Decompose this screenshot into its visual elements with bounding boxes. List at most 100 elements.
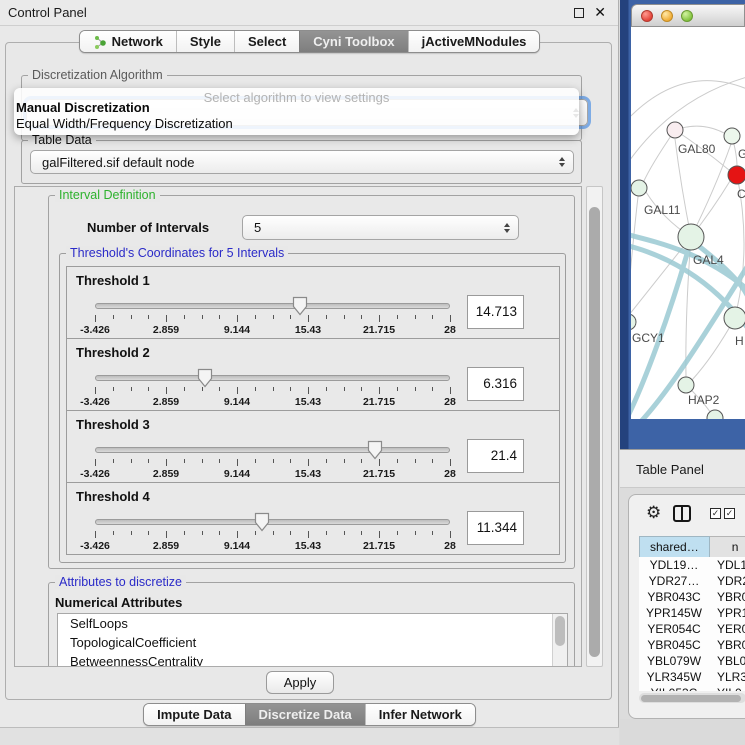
cell-name[interactable]: YBR0 xyxy=(709,589,745,605)
tab-style[interactable]: Style xyxy=(176,31,234,52)
node-label-gal4: GAL4 xyxy=(693,253,724,267)
algorithm-option-equal-width-frequency-discretization[interactable]: Equal Width/Frequency Discretization xyxy=(16,116,233,131)
slider-track[interactable] xyxy=(95,303,450,309)
tab-impute-data[interactable]: Impute Data xyxy=(144,704,244,725)
cell-shared-name[interactable]: YER054C xyxy=(639,621,709,637)
settings-scrollbar[interactable] xyxy=(586,186,603,667)
table-row[interactable]: YPR145WYPR1 xyxy=(639,605,745,621)
node-selected-red[interactable] xyxy=(728,166,745,184)
tab-select[interactable]: Select xyxy=(234,31,299,52)
tick-mark xyxy=(308,387,309,394)
node-gal80[interactable] xyxy=(667,122,683,138)
column-header-shared-name[interactable]: shared… xyxy=(640,537,710,558)
threshold-slider[interactable]: -3.4262.8599.14415.4321.71528 xyxy=(95,519,450,553)
scrollbar-thumb[interactable] xyxy=(555,616,565,646)
tab-discretize-data[interactable]: Discretize Data xyxy=(245,704,365,725)
cell-name[interactable]: YIL0 xyxy=(709,685,745,691)
cell-shared-name[interactable]: YDR27… xyxy=(639,573,709,589)
cell-shared-name[interactable]: YPR145W xyxy=(639,605,709,621)
node-gcy1[interactable] xyxy=(631,314,636,330)
table-hscrollbar[interactable] xyxy=(639,693,745,703)
tick-label: 15.43 xyxy=(295,468,321,480)
node-top-right[interactable] xyxy=(724,128,740,144)
tick-mark xyxy=(219,531,220,535)
cell-shared-name[interactable]: YDL19… xyxy=(639,557,709,573)
select-all-icon[interactable]: ✓ xyxy=(724,508,735,519)
cell-name[interactable]: YPR1 xyxy=(709,605,745,621)
tick-mark xyxy=(450,387,451,394)
table-row[interactable]: YBR043CYBR0 xyxy=(639,589,745,605)
cell-shared-name[interactable]: YBL079W xyxy=(639,653,709,669)
node-gal4[interactable] xyxy=(678,224,704,250)
node-hap2[interactable] xyxy=(678,377,694,393)
cell-name[interactable]: YBR0 xyxy=(709,637,745,653)
threshold-slider[interactable]: -3.4262.8599.14415.4321.71528 xyxy=(95,303,450,337)
tick-mark xyxy=(415,531,416,535)
table-row[interactable]: YDL19…YDL1 xyxy=(639,557,745,573)
cell-name[interactable]: YBL0 xyxy=(709,653,745,669)
table-row[interactable]: YBL079WYBL0 xyxy=(639,653,745,669)
cell-shared-name[interactable]: YBR045C xyxy=(639,637,709,653)
network-view-canvas[interactable]: GAL80GGAL11CGAL4GCY1HHAP2 xyxy=(631,27,745,419)
table-row[interactable]: YIL053CYIL0 xyxy=(639,685,745,691)
cell-shared-name[interactable]: YLR345W xyxy=(639,669,709,685)
select-columns-icon[interactable]: ✓ xyxy=(710,508,721,519)
split-columns-icon[interactable] xyxy=(673,505,691,522)
node-gal11[interactable] xyxy=(631,180,647,196)
tick-mark xyxy=(255,387,256,391)
threshold-value-input[interactable]: 21.4 xyxy=(467,439,524,473)
tab-network[interactable]: Network xyxy=(80,31,176,52)
number-of-intervals-combo[interactable]: 5 xyxy=(242,215,519,240)
apply-button[interactable]: Apply xyxy=(266,671,334,694)
control-panel-window: Control Panel ✕ NetworkStyleSelectCyni T… xyxy=(0,0,619,745)
attribute-item-topologicalcoefficient[interactable]: TopologicalCoefficient xyxy=(58,633,567,652)
settings-gear-icon[interactable]: ⚙ xyxy=(646,503,661,523)
table-row[interactable]: YDR27…YDR2 xyxy=(639,573,745,589)
attribute-item-selfloops[interactable]: SelfLoops xyxy=(58,614,567,633)
threshold-slider[interactable]: -3.4262.8599.14415.4321.71528 xyxy=(95,447,450,481)
numerical-attributes-list[interactable]: SelfLoopsTopologicalCoefficientBetweenne… xyxy=(57,613,568,667)
algorithm-option-manual-discretization[interactable]: Manual Discretization xyxy=(16,100,150,115)
tab-jactivemnodules[interactable]: jActiveMNodules xyxy=(408,31,540,52)
slider-thumb[interactable] xyxy=(292,296,308,316)
table-data-combo[interactable]: galFiltered.sif default node xyxy=(30,150,574,174)
cell-name[interactable]: YDR2 xyxy=(709,573,745,589)
tick-mark xyxy=(432,315,433,319)
slider-thumb[interactable] xyxy=(254,512,270,532)
table-row[interactable]: YBR045CYBR0 xyxy=(639,637,745,653)
scrollbar-thumb[interactable] xyxy=(589,207,600,657)
slider-thumb[interactable] xyxy=(197,368,213,388)
close-icon[interactable]: ✕ xyxy=(594,4,606,21)
tab-infer-network[interactable]: Infer Network xyxy=(365,704,475,725)
cell-shared-name[interactable]: YIL053C xyxy=(639,685,709,691)
attribute-item-betweennesscentrality[interactable]: BetweennessCentrality xyxy=(58,652,567,667)
node-mid-right[interactable] xyxy=(724,307,745,329)
tick-mark xyxy=(290,531,291,535)
traffic-zoom-icon[interactable] xyxy=(681,10,693,22)
float-button[interactable] xyxy=(574,8,584,18)
slider-thumb[interactable] xyxy=(367,440,383,460)
cell-name[interactable]: YER0 xyxy=(709,621,745,637)
cell-shared-name[interactable]: YBR043C xyxy=(639,589,709,605)
attributes-scrollbar[interactable] xyxy=(552,614,567,667)
table-row[interactable]: YLR345WYLR3 xyxy=(639,669,745,685)
traffic-close-icon[interactable] xyxy=(641,10,653,22)
tab-label: Style xyxy=(190,34,221,49)
tick-label: 9.144 xyxy=(224,324,250,336)
cell-name[interactable]: YDL1 xyxy=(709,557,745,573)
threshold-value-input[interactable]: 14.713 xyxy=(467,295,524,329)
slider-track[interactable] xyxy=(95,447,450,453)
slider-track[interactable] xyxy=(95,375,450,381)
tick-mark xyxy=(450,459,451,466)
threshold-value-input[interactable]: 6.316 xyxy=(467,367,524,401)
tab-cyni-toolbox[interactable]: Cyni Toolbox xyxy=(299,31,407,52)
traffic-minimize-icon[interactable] xyxy=(661,10,673,22)
threshold-slider[interactable]: -3.4262.8599.14415.4321.71528 xyxy=(95,375,450,409)
column-header-name[interactable]: n xyxy=(709,537,745,558)
threshold-value-input[interactable]: 11.344 xyxy=(467,511,524,545)
cell-name[interactable]: YLR3 xyxy=(709,669,745,685)
hscrollbar-thumb[interactable] xyxy=(641,695,741,702)
tick-label: 28 xyxy=(444,540,456,552)
slider-track[interactable] xyxy=(95,519,450,525)
table-row[interactable]: YER054CYER0 xyxy=(639,621,745,637)
